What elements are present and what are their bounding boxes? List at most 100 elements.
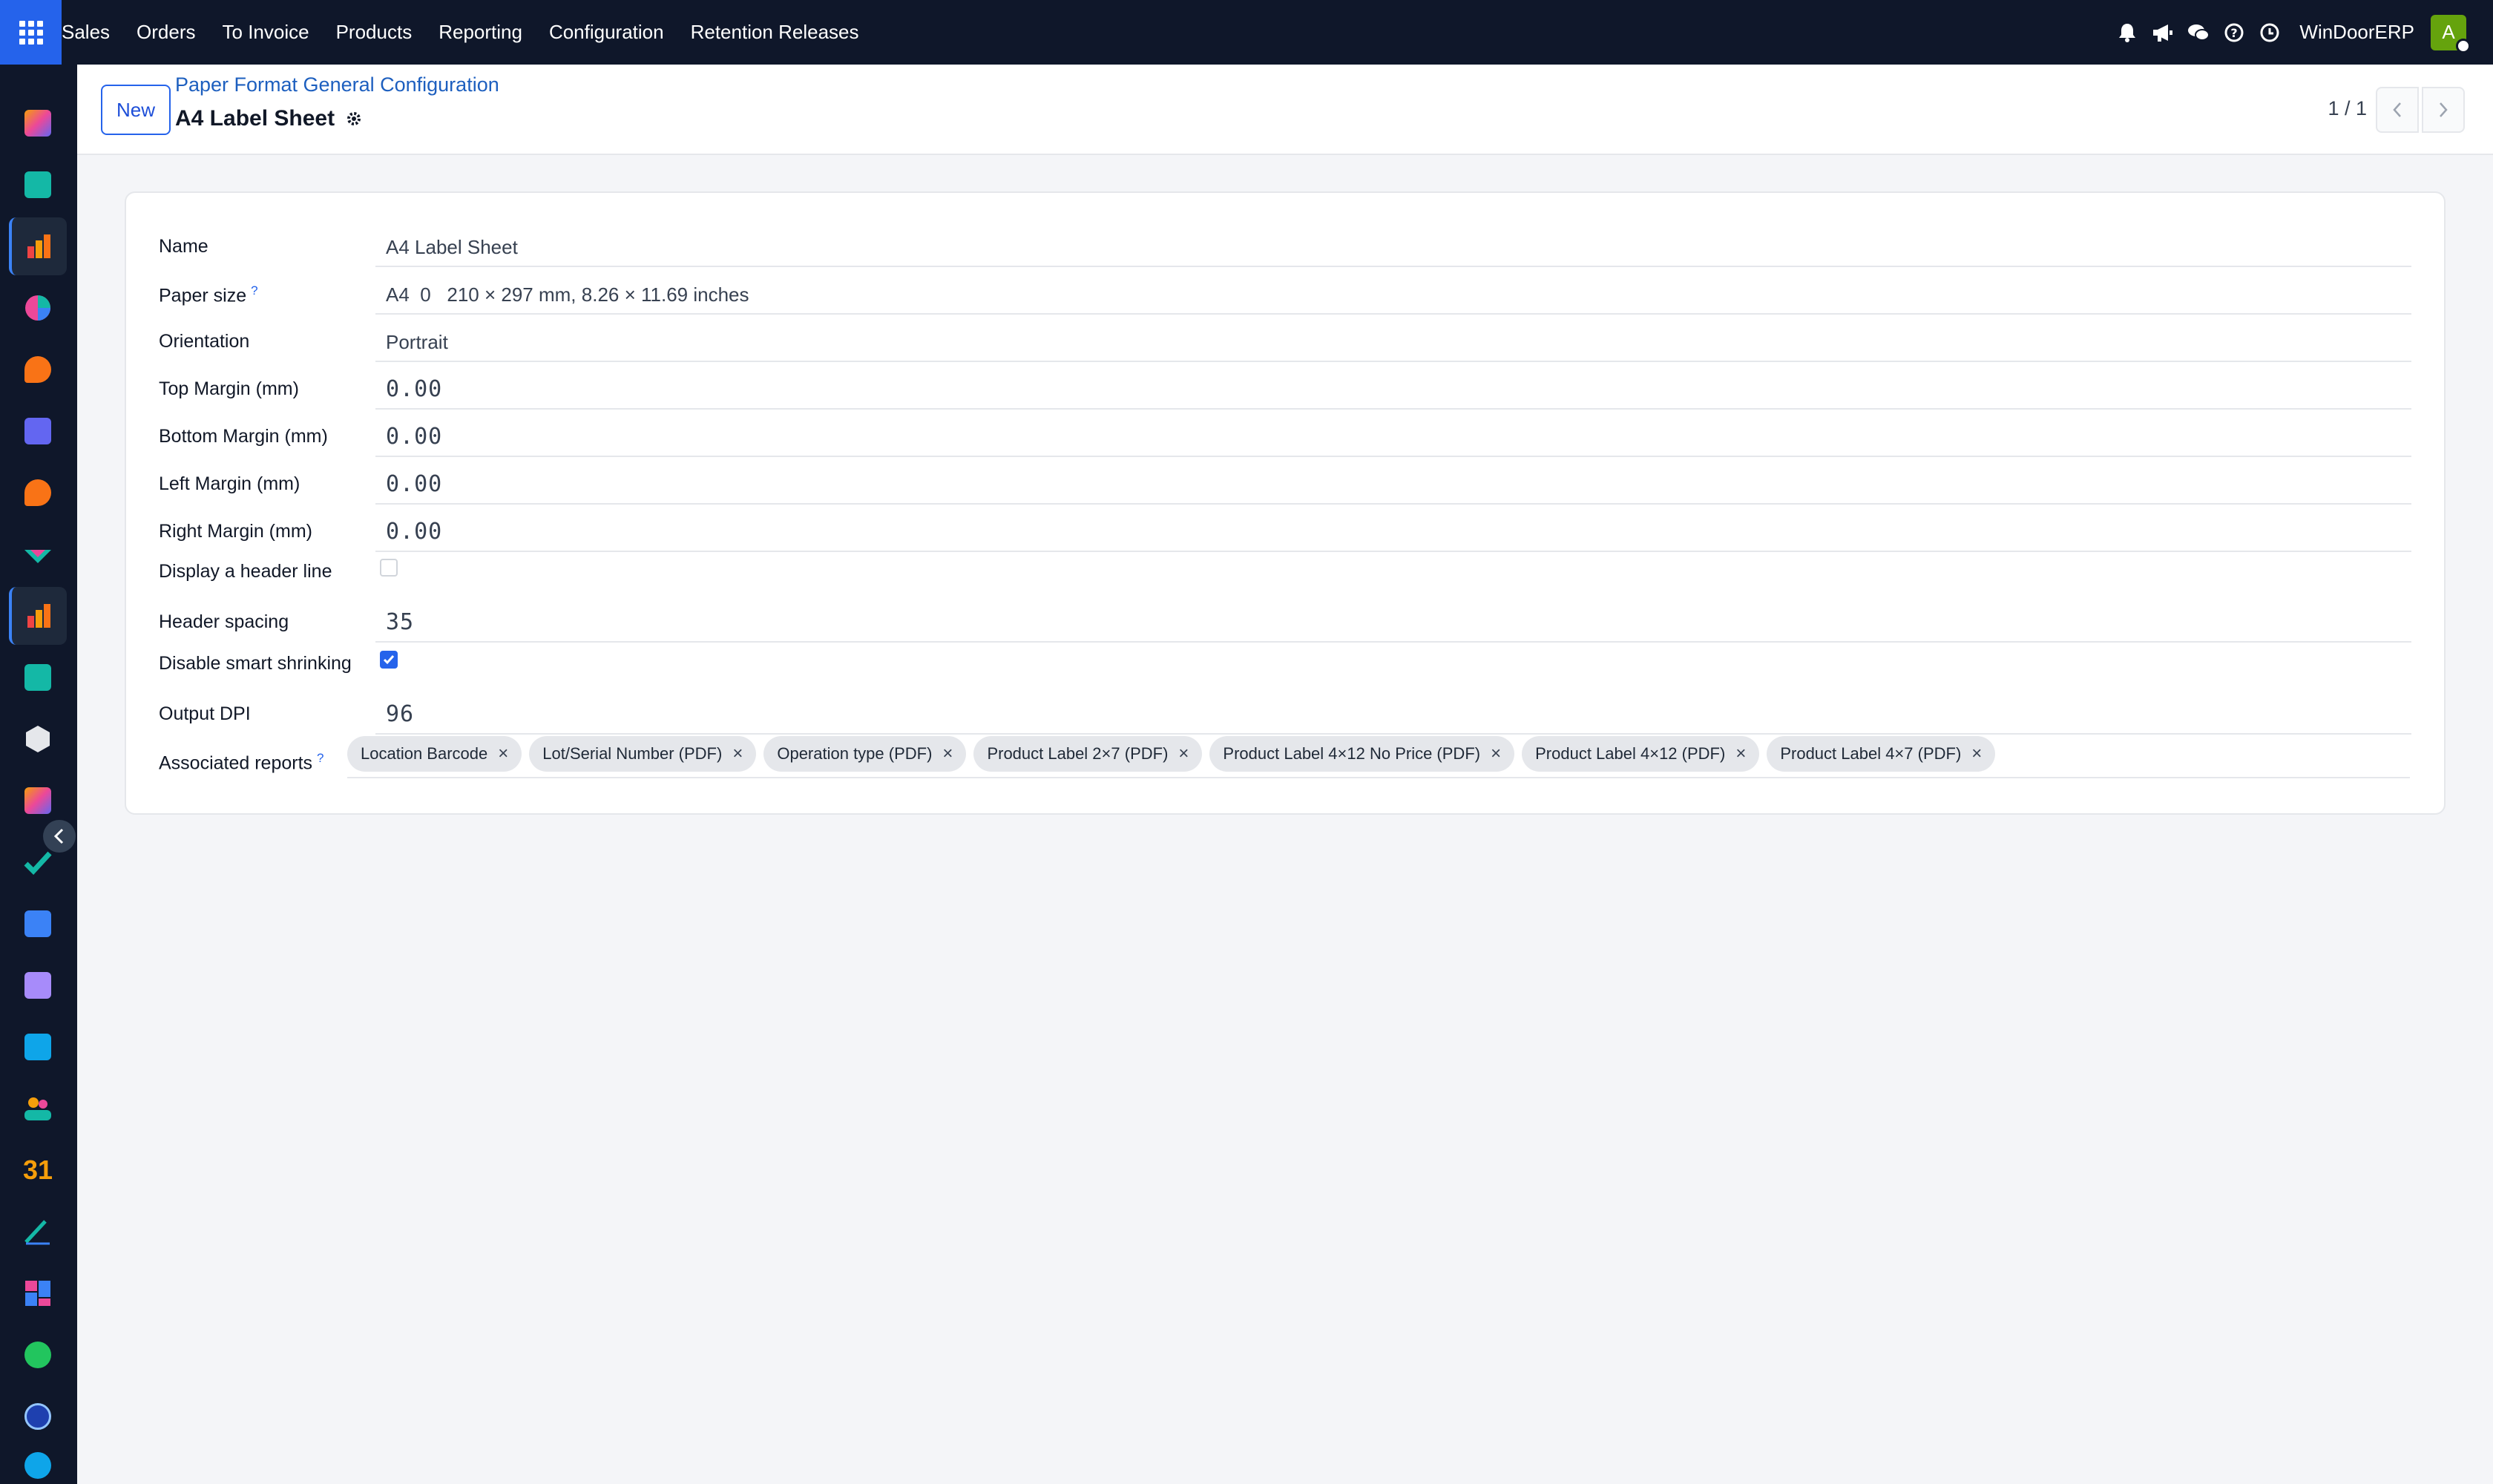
remove-tag-icon[interactable]: × <box>732 743 743 764</box>
livechat-icon <box>24 356 51 383</box>
menu-sales[interactable]: Sales <box>62 0 123 65</box>
header-spacing-input[interactable]: 35 <box>375 605 2411 643</box>
remove-tag-icon[interactable]: × <box>1178 743 1189 764</box>
menu-configuration[interactable]: Configuration <box>536 0 677 65</box>
control-panel: New Paper Format General Configuration A… <box>77 65 2493 155</box>
help-tooltip-icon[interactable]: ? <box>317 751 323 765</box>
discuss-icon <box>24 1452 51 1479</box>
app-icon-sales-2-active[interactable] <box>9 587 67 645</box>
paper-size-select[interactable]: A4 0 210 × 297 mm, 8.26 × 11.69 inches <box>375 278 2411 315</box>
app-icon-knowledge[interactable] <box>9 895 67 953</box>
record-title-text: A4 Label Sheet <box>175 106 335 131</box>
bell-icon[interactable] <box>2109 0 2145 65</box>
menu-reporting[interactable]: Reporting <box>425 0 536 65</box>
chevron-right-icon <box>2440 102 2448 117</box>
dpi-label: Output DPI <box>159 703 251 724</box>
app-icon-photos[interactable] <box>9 94 67 152</box>
report-tag: Product Label 4×7 (PDF) × <box>1767 736 1996 772</box>
app-icon-dashboards[interactable] <box>9 1264 67 1322</box>
app-icon-calendar[interactable]: 31 <box>9 1141 67 1199</box>
top-margin-input[interactable]: 0.00 <box>375 372 2411 410</box>
left-margin-input[interactable]: 0.00 <box>375 467 2411 505</box>
right-margin-input[interactable]: 0.00 <box>375 515 2411 552</box>
remove-tag-icon[interactable]: × <box>1735 743 1746 764</box>
bottom-margin-input[interactable]: 0.00 <box>375 420 2411 457</box>
reports-label: Associated reports? <box>159 751 324 774</box>
menu-to-invoice[interactable]: To Invoice <box>209 0 323 65</box>
app-icon-sales-active[interactable] <box>9 217 67 275</box>
sales-chart-icon <box>27 604 50 628</box>
calendar-icon: 31 <box>22 1155 53 1185</box>
company-switcher[interactable]: WinDoorERP <box>2287 21 2431 44</box>
app-icon-employees[interactable] <box>9 1080 67 1137</box>
app-sidebar: 31 <box>0 65 77 1484</box>
form-sheet: Name A4 Label Sheet Paper size? A4 0 210… <box>125 191 2446 815</box>
pie-icon <box>25 295 50 321</box>
app-switcher-button[interactable] <box>0 0 62 65</box>
user-avatar[interactable]: A <box>2431 14 2471 53</box>
app-icon-inventory[interactable] <box>9 525 67 583</box>
header-spacing-label: Header spacing <box>159 611 289 632</box>
menu-orders[interactable]: Orders <box>123 0 208 65</box>
gear-icon[interactable] <box>345 110 363 128</box>
pager-previous-button[interactable] <box>2376 87 2419 133</box>
remove-tag-icon[interactable]: × <box>942 743 953 764</box>
menu-retention-releases[interactable]: Retention Releases <box>677 0 873 65</box>
avatar-initial: A <box>2442 21 2455 43</box>
reports-tags-field[interactable]: Location Barcode × Lot/Serial Number (PDF… <box>347 731 2410 778</box>
chat-icon[interactable] <box>2181 0 2216 65</box>
name-input[interactable]: A4 Label Sheet <box>375 230 2411 267</box>
app-icon-cube[interactable] <box>9 710 67 768</box>
sign-icon <box>24 1220 50 1245</box>
app-icon-timer[interactable] <box>9 1388 67 1445</box>
app-icon-whatsapp[interactable] <box>9 1326 67 1384</box>
app-icon-chat-orange[interactable] <box>9 341 67 398</box>
app-icon-box[interactable] <box>9 956 67 1014</box>
remove-tag-icon[interactable]: × <box>1491 743 1501 764</box>
paper-size-label: Paper size? <box>159 283 258 306</box>
smart-shrink-checkbox[interactable] <box>380 651 398 669</box>
app-icon-contacts[interactable] <box>9 156 67 214</box>
app-icon-pie[interactable] <box>9 279 67 337</box>
inventory-icon <box>24 550 51 563</box>
top-navbar: Sales Orders To Invoice Products Reporti… <box>0 0 2493 65</box>
remove-tag-icon[interactable]: × <box>1971 743 1982 764</box>
dashboards-icon <box>25 1281 50 1306</box>
app-icon-mail[interactable] <box>9 402 67 460</box>
app-icon-contacts-2[interactable] <box>9 649 67 706</box>
breadcrumb-link[interactable]: Paper Format General Configuration <box>175 73 499 96</box>
photos-icon <box>24 787 51 814</box>
remove-tag-icon[interactable]: × <box>498 743 508 764</box>
report-tag-label: Product Label 4×7 (PDF) <box>1780 744 1962 763</box>
chevron-left-icon <box>53 828 64 844</box>
grid-icon <box>19 20 43 45</box>
app-icon-invoicing[interactable] <box>9 1018 67 1076</box>
help-tooltip-icon[interactable]: ? <box>251 283 257 298</box>
top-margin-label: Top Margin (mm) <box>159 378 299 399</box>
orientation-select[interactable]: Portrait <box>375 325 2411 362</box>
checkmark-icon <box>383 655 395 665</box>
reports-label-text: Associated reports <box>159 752 313 774</box>
report-tag: Product Label 4×12 No Price (PDF) × <box>1209 736 1515 772</box>
app-icon-discuss[interactable] <box>9 1449 67 1482</box>
chevron-left-icon <box>2393 102 2401 117</box>
svg-text:?: ? <box>2231 26 2238 40</box>
pager-next-button[interactable] <box>2422 87 2465 133</box>
app-icon-chat-orange-2[interactable] <box>9 464 67 522</box>
report-tag-label: Lot/Serial Number (PDF) <box>542 744 723 763</box>
help-icon[interactable]: ? <box>2216 0 2252 65</box>
smart-shrink-label: Disable smart shrinking <box>159 653 352 674</box>
email-marketing-icon <box>24 418 51 444</box>
header-line-checkbox[interactable] <box>380 559 398 577</box>
app-icon-sign[interactable] <box>9 1203 67 1261</box>
new-button[interactable]: New <box>101 85 171 135</box>
menu-products[interactable]: Products <box>323 0 426 65</box>
sidebar-collapse-button[interactable] <box>43 820 76 853</box>
megaphone-icon[interactable] <box>2145 0 2181 65</box>
clock-icon[interactable] <box>2252 0 2287 65</box>
pager-value[interactable]: 1 / 1 <box>2328 97 2367 120</box>
right-margin-label: Right Margin (mm) <box>159 521 312 542</box>
name-label: Name <box>159 236 208 257</box>
dpi-input[interactable]: 96 <box>375 697 2411 735</box>
product-box-icon <box>24 972 51 999</box>
